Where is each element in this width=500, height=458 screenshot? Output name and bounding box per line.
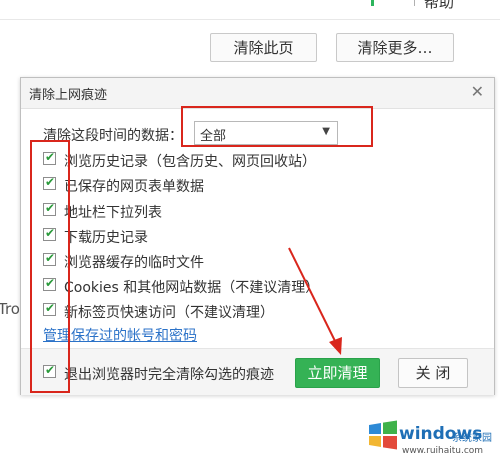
option-label: 已保存的网页表单数据 — [64, 179, 204, 195]
checkmark-icon: ✔ — [45, 175, 56, 189]
time-range-value: 全部 — [200, 129, 227, 144]
option-label: 下载历史记录 — [64, 230, 148, 246]
checkbox-cache[interactable]: ✔ — [43, 251, 56, 266]
option-label: 新标签页快速访问（不建议清理） — [64, 305, 274, 321]
checkbox-form-data[interactable]: ✔ — [43, 175, 56, 190]
clear-more-button[interactable]: 清除更多… — [336, 33, 454, 62]
time-range-select[interactable]: 全部 ▼ — [194, 121, 338, 145]
top-strip: 帮助 — [0, 0, 500, 20]
tab-indicator — [371, 0, 374, 6]
dialog-title: 清除上网痕迹 — [29, 88, 108, 103]
dropdown-arrow-icon: ▼ — [322, 126, 330, 137]
watermark-sub: 系统家园 — [452, 433, 492, 444]
dialog-title-bar: 清除上网痕迹 ✕ — [21, 78, 494, 109]
top-cut-text: 帮助 — [424, 0, 455, 11]
checkbox-browsing-history[interactable]: ✔ — [43, 150, 56, 165]
windows-logo-icon — [369, 420, 397, 450]
option-label: 浏览历史记录（包含历史、网页回收站） — [64, 154, 316, 170]
watermark: windows 系统家园 www.ruihaitu.com — [366, 412, 500, 458]
option-cache[interactable]: ✔ 浏览器缓存的临时文件 — [41, 251, 401, 271]
checkbox-exit-clear[interactable]: ✔ — [43, 363, 56, 378]
top-divider — [0, 19, 500, 20]
checkmark-icon: ✔ — [45, 226, 56, 240]
option-browsing-history[interactable]: ✔ 浏览历史记录（包含历史、网页回收站） — [41, 150, 401, 170]
time-range-label: 清除这段时间的数据： — [43, 128, 183, 144]
close-button[interactable]: 关 闭 — [398, 358, 468, 388]
option-new-tab[interactable]: ✔ 新标签页快速访问（不建议清理） — [41, 301, 401, 321]
checkbox-address-bar[interactable]: ✔ — [43, 201, 56, 216]
watermark-url: www.ruihaitu.com — [402, 446, 484, 456]
dialog-footer: ✔ 退出浏览器时完全清除勾选的痕迹 立即清理 关 闭 — [21, 348, 494, 395]
checkmark-icon: ✔ — [45, 150, 56, 164]
clear-now-button[interactable]: 立即清理 — [295, 358, 380, 388]
option-label: 退出浏览器时完全清除勾选的痕迹 — [64, 367, 274, 383]
clear-traces-dialog: 清除上网痕迹 ✕ 清除这段时间的数据： 全部 ▼ ✔ 浏览历史记录（包含历史、网… — [20, 77, 495, 395]
checkmark-icon: ✔ — [45, 301, 56, 315]
checkmark-icon: ✔ — [45, 201, 56, 215]
checkbox-cookies[interactable]: ✔ — [43, 276, 56, 291]
option-label: Cookies 和其他网站数据（不建议清理） — [64, 280, 320, 296]
checkbox-download-history[interactable]: ✔ — [43, 226, 56, 241]
checkmark-icon: ✔ — [45, 251, 56, 265]
toolbar-separator — [414, 0, 415, 6]
option-label: 地址栏下拉列表 — [64, 205, 162, 221]
option-form-data[interactable]: ✔ 已保存的网页表单数据 — [41, 175, 401, 195]
checkbox-new-tab[interactable]: ✔ — [43, 301, 56, 316]
close-icon[interactable]: ✕ — [471, 82, 484, 101]
option-cookies[interactable]: ✔ Cookies 和其他网站数据（不建议清理） — [41, 276, 401, 296]
checkmark-icon: ✔ — [45, 276, 56, 290]
option-address-bar[interactable]: ✔ 地址栏下拉列表 — [41, 201, 401, 221]
checkmark-icon: ✔ — [45, 363, 56, 377]
option-download-history[interactable]: ✔ 下载历史记录 — [41, 226, 401, 246]
clear-page-button[interactable]: 清除此页 — [210, 33, 317, 62]
manage-passwords-link[interactable]: 管理保存过的帐号和密码 — [43, 325, 197, 345]
option-label: 浏览器缓存的临时文件 — [64, 255, 204, 271]
